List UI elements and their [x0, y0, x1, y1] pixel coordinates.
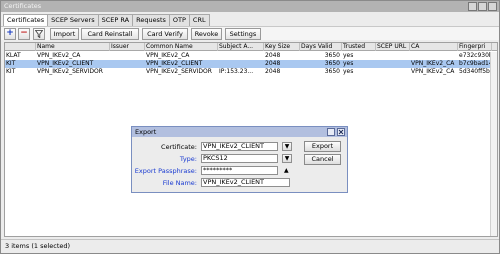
dialog-maximize-button[interactable] — [327, 128, 335, 136]
cell-days-valid: 3650 — [324, 52, 340, 59]
cell-flags: KIT — [6, 68, 16, 75]
cell-key-size: 2048 — [265, 68, 281, 75]
tab-requests[interactable]: Requests — [132, 14, 170, 26]
column-header-subject-alt[interactable]: Subject A... — [218, 43, 264, 51]
cancel-button[interactable]: Cancel — [304, 154, 341, 165]
file-name-field[interactable]: VPN_IKEv2_CLIENT — [201, 178, 290, 187]
remove-button[interactable]: − — [18, 28, 30, 40]
cell-trusted: yes — [343, 60, 354, 67]
table-row[interactable]: KIT VPN_IKEv2_CLIENT VPN_IKEv2_CLIENT 20… — [5, 60, 497, 68]
chevron-down-icon: ▼ — [284, 155, 290, 162]
column-header-trusted[interactable]: Trusted — [342, 43, 376, 51]
dialog-titlebar[interactable]: Export — [132, 127, 347, 137]
cell-common-name: VPN_IKEv2_SERVIDOR — [146, 68, 212, 75]
collapse-field-icon[interactable]: ▲ — [284, 167, 289, 174]
cell-key-size: 2048 — [265, 60, 281, 67]
cell-flags: KIT — [6, 60, 16, 67]
filter-icon — [34, 30, 44, 39]
cell-name: VPN_IKEv2_CA — [37, 52, 81, 59]
cell-ca — [410, 52, 458, 60]
export-passphrase-field[interactable]: ********* — [201, 166, 278, 175]
revoke-button[interactable]: Revoke — [191, 28, 222, 40]
cell-issuer — [110, 68, 145, 76]
cell-ca: VPN_IKEv2_CA — [411, 68, 455, 75]
column-header-days-valid[interactable]: Days Valid — [300, 43, 342, 51]
tab-scep-servers[interactable]: SCEP Servers — [47, 14, 99, 26]
column-header-fingerprint[interactable]: Fingerpri — [458, 43, 492, 51]
export-passphrase-label: Export Passphrase: — [134, 167, 197, 175]
chevron-down-icon: ▼ — [284, 143, 290, 150]
card-verify-button[interactable]: Card Verify — [142, 28, 188, 40]
cell-subject-alt — [218, 52, 264, 60]
cell-key-size: 2048 — [265, 52, 281, 59]
window-title: Certificates — [4, 2, 42, 10]
cell-days-valid: 3650 — [324, 60, 340, 67]
cell-scep-url — [376, 60, 410, 68]
type-select[interactable]: PKCS12 — [201, 154, 278, 163]
cell-flags: KLAT — [6, 52, 21, 59]
cell-fingerprint: b7c9bad14... — [459, 60, 492, 67]
certificate-select[interactable]: VPN_IKEv2_CLIENT — [201, 142, 278, 151]
cell-days-valid: 3650 — [324, 68, 340, 75]
file-name-label: File Name: — [162, 179, 197, 187]
cell-subject-alt: IP:153.23... — [219, 68, 254, 75]
cell-fingerprint: 5d340ff5b... — [459, 68, 492, 75]
cell-subject-alt — [218, 60, 264, 68]
card-reinstall-button[interactable]: Card Reinstall — [81, 28, 139, 40]
cell-trusted: yes — [343, 68, 354, 75]
certificate-dropdown[interactable]: ▼ — [282, 142, 292, 151]
maximize-button[interactable] — [478, 2, 487, 11]
cell-fingerprint: e732c930b... — [459, 52, 492, 59]
cell-scep-url — [376, 68, 410, 76]
export-dialog: Export Certificate: VPN_IKEv2_CLIENT ▼ T… — [131, 126, 348, 193]
column-header-ca[interactable]: CA — [410, 43, 458, 51]
close-icon — [338, 129, 344, 135]
import-button[interactable]: Import — [50, 28, 79, 40]
dialog-title: Export — [135, 128, 157, 136]
cell-name: VPN_IKEv2_SERVIDOR — [37, 68, 103, 75]
column-header-common-name[interactable]: Common Name — [145, 43, 218, 51]
column-header-key-size[interactable]: Key Size — [264, 43, 300, 51]
settings-button[interactable]: Settings — [225, 28, 261, 40]
cell-scep-url — [376, 52, 410, 60]
column-header-scep-url[interactable]: SCEP URL — [376, 43, 410, 51]
column-header-issuer[interactable]: Issuer — [110, 43, 145, 51]
certificate-label: Certificate: — [161, 143, 197, 151]
filter-button[interactable] — [33, 28, 45, 40]
tab-crl[interactable]: CRL — [188, 14, 210, 26]
column-header-name[interactable]: Name — [36, 43, 110, 51]
tab-scep-ra[interactable]: SCEP RA — [97, 14, 134, 26]
dialog-close-button[interactable] — [337, 128, 345, 136]
cell-ca: VPN_IKEv2_CA — [411, 60, 455, 67]
cell-common-name: VPN_IKEv2_CLIENT — [146, 60, 203, 67]
status-text: 3 items (1 selected) — [5, 242, 71, 250]
table-row[interactable]: KLAT VPN_IKEv2_CA VPN_IKEv2_CA 2048 3650… — [5, 52, 497, 60]
tab-otp[interactable]: OTP — [168, 14, 190, 26]
type-dropdown[interactable]: ▼ — [282, 154, 292, 163]
add-button[interactable]: + — [4, 28, 16, 40]
status-bar: 3 items (1 selected) — [1, 239, 499, 253]
close-button[interactable] — [488, 2, 497, 11]
column-header-flags[interactable] — [5, 43, 36, 51]
cell-issuer — [110, 52, 145, 60]
minimize-button[interactable] — [468, 2, 477, 11]
cell-trusted: yes — [343, 52, 354, 59]
table-row[interactable]: KIT VPN_IKEv2_SERVIDOR VPN_IKEv2_SERVIDO… — [5, 68, 497, 76]
cell-common-name: VPN_IKEv2_CA — [146, 52, 190, 59]
tab-strip: Certificates SCEP Servers SCEP RA Reques… — [3, 14, 210, 27]
cell-issuer — [110, 60, 145, 68]
table-header: Name Issuer Common Name Subject A... Key… — [5, 43, 497, 51]
toolbar: + − Import Card Reinstall Card Verify Re… — [1, 26, 499, 40]
export-button[interactable]: Export — [304, 141, 341, 152]
cell-name: VPN_IKEv2_CLIENT — [37, 60, 94, 67]
vertical-scrollbar[interactable] — [490, 52, 497, 236]
type-label: Type: — [179, 155, 197, 163]
window-titlebar[interactable]: Certificates — [1, 1, 499, 12]
